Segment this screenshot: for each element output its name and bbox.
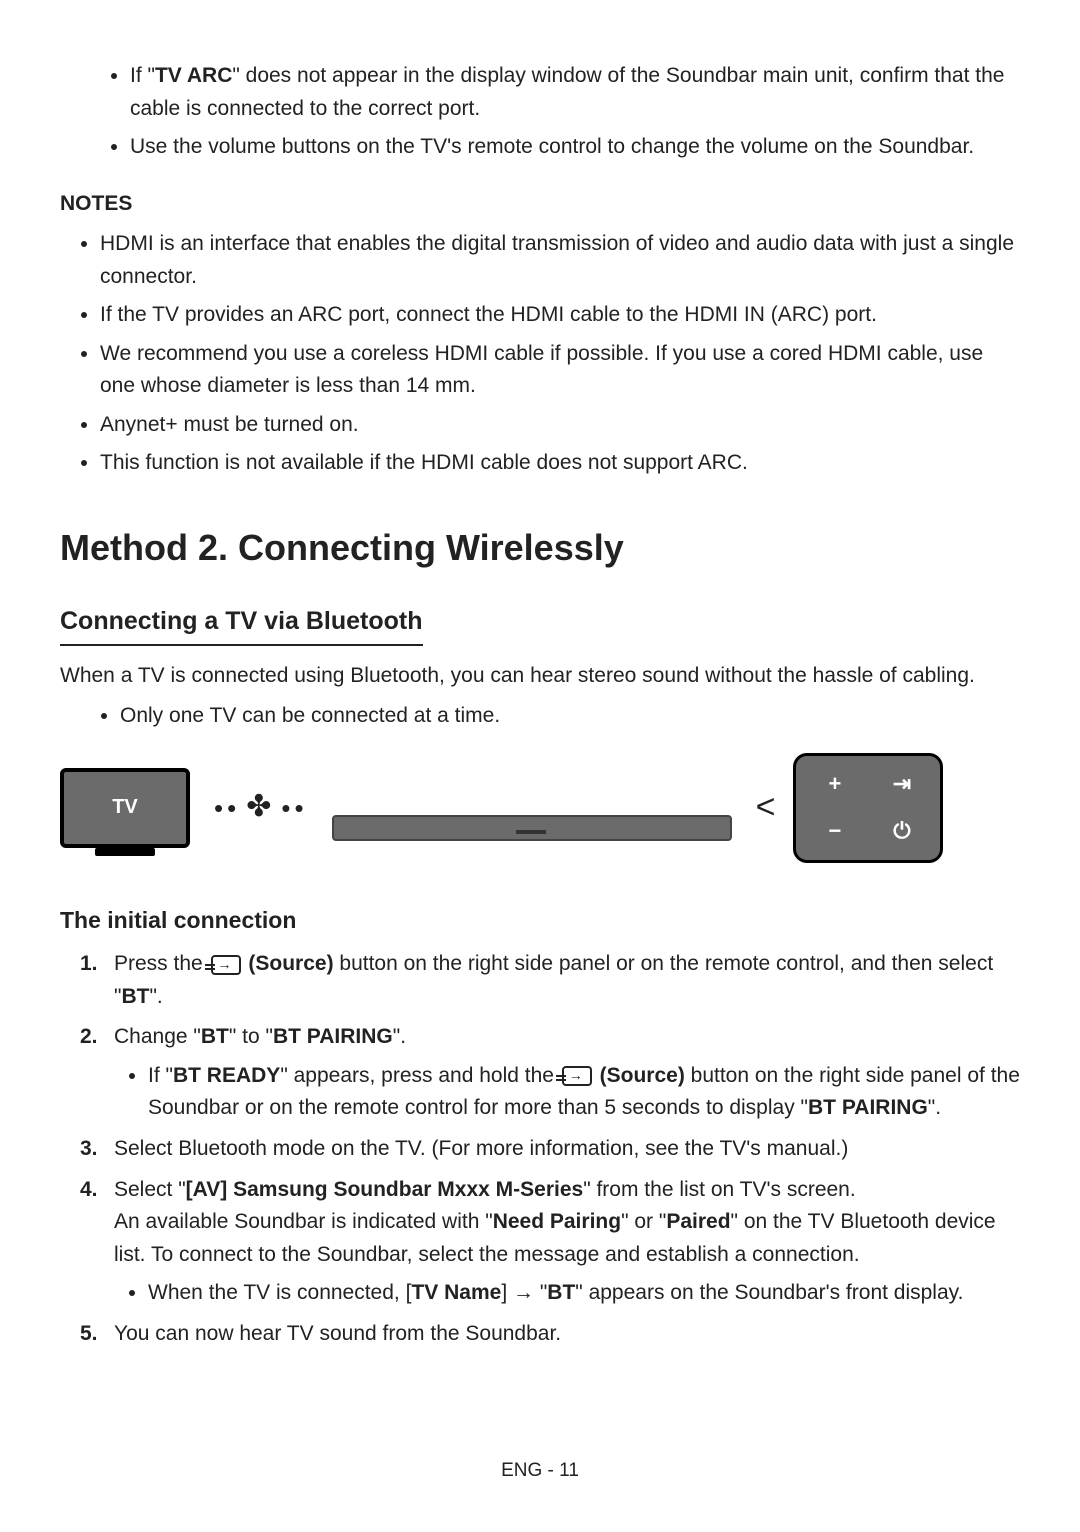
connection-diagram: TV •• ✤ •• < + ⇥ − ⏻ xyxy=(60,753,1020,863)
page-content: If "TV ARC" does not appear in the displ… xyxy=(60,60,1020,1350)
intro-bullet-1: If "TV ARC" does not appear in the displ… xyxy=(130,60,1020,125)
step-4-sublist: When the TV is connected, [TV Name] → "B… xyxy=(114,1277,1020,1310)
callout-bracket-icon: < xyxy=(756,781,776,834)
notes-heading: NOTES xyxy=(60,188,1020,221)
bluetooth-signal-icon: •• ✤ •• xyxy=(214,784,308,831)
step-2-sublist: If "BT READY" appears, press and hold th… xyxy=(114,1060,1020,1125)
bluetooth-heading: Connecting a TV via Bluetooth xyxy=(60,602,423,646)
step-5: 5. You can now hear TV sound from the So… xyxy=(80,1318,1020,1351)
method-heading: Method 2. Connecting Wirelessly xyxy=(60,520,1020,576)
step-2-sub-item: If "BT READY" appears, press and hold th… xyxy=(148,1060,1020,1125)
intro-bullet-2: Use the volume buttons on the TV's remot… xyxy=(130,131,1020,164)
step-4-sub-item: When the TV is connected, [TV Name] → "B… xyxy=(148,1277,1020,1310)
step-2: 2. Change "BT" to "BT PAIRING". If "BT R… xyxy=(80,1021,1020,1125)
source-button-icon: ⇥ xyxy=(885,767,919,801)
note-item: Anynet+ must be turned on. xyxy=(100,409,1020,442)
tv-stand-icon xyxy=(95,848,155,856)
soundbar-icon xyxy=(332,815,732,841)
step-3: 3. Select Bluetooth mode on the TV. (For… xyxy=(80,1133,1020,1166)
bluetooth-desc: When a TV is connected using Bluetooth, … xyxy=(60,660,1020,693)
note-item: If the TV provides an ARC port, connect … xyxy=(100,299,1020,332)
initial-connection-heading: The initial connection xyxy=(60,903,1020,939)
power-button-icon: ⏻ xyxy=(885,814,919,848)
side-panel-icon: + ⇥ − ⏻ xyxy=(793,753,943,863)
note-item: This function is not available if the HD… xyxy=(100,447,1020,480)
note-item: We recommend you use a coreless HDMI cab… xyxy=(100,338,1020,403)
step-1: 1. Press the (Source) button on the righ… xyxy=(80,948,1020,1013)
steps-list: 1. Press the (Source) button on the righ… xyxy=(60,948,1020,1350)
bluetooth-icon: ✤ xyxy=(246,784,275,831)
source-icon xyxy=(211,955,241,975)
minus-button-icon: − xyxy=(818,814,852,848)
only-one-item: Only one TV can be connected at a time. xyxy=(120,700,1020,733)
note-item: HDMI is an interface that enables the di… xyxy=(100,228,1020,293)
plus-button-icon: + xyxy=(818,767,852,801)
step-4: 4. Select "[AV] Samsung Soundbar Mxxx M-… xyxy=(80,1174,1020,1310)
intro-bullets: If "TV ARC" does not appear in the displ… xyxy=(60,60,1020,164)
page-footer: ENG - 11 xyxy=(0,1460,1080,1482)
source-icon xyxy=(562,1066,592,1086)
notes-list: HDMI is an interface that enables the di… xyxy=(60,228,1020,480)
only-one-list: Only one TV can be connected at a time. xyxy=(60,700,1020,733)
tv-icon: TV xyxy=(60,768,190,848)
